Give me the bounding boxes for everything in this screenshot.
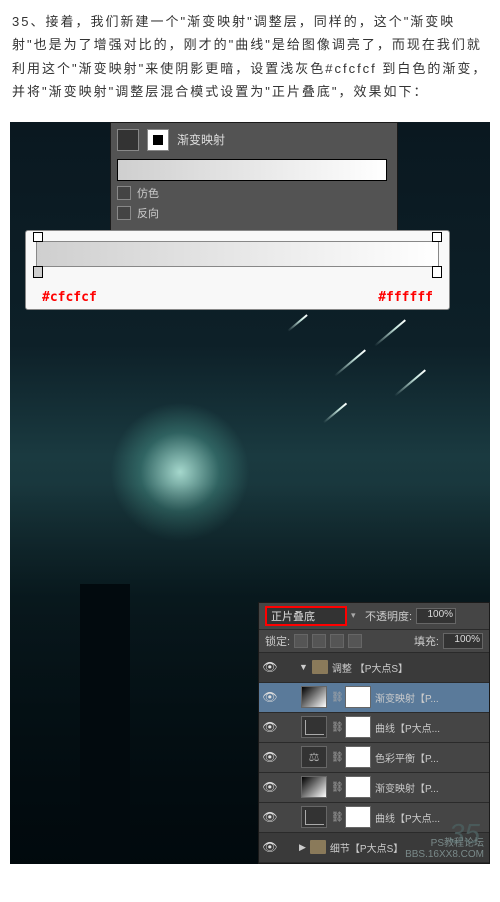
panel-mask-icon: [147, 129, 169, 151]
visibility-icon[interactable]: 👁: [263, 691, 277, 703]
gradient-map-panel: 渐变映射 仿色 反向: [110, 122, 398, 232]
layer-gradient-map-1[interactable]: 👁 ⛓ 渐变映射【P...: [259, 683, 489, 713]
link-icon[interactable]: ⛓: [331, 692, 341, 703]
layer-thumb-icon: [301, 776, 327, 798]
hex-left-label: #cfcfcf: [42, 290, 97, 305]
panel-title: 渐变映射: [177, 131, 225, 148]
visibility-icon[interactable]: 👁: [263, 781, 277, 793]
watermark: PS教程论坛 BBS.16XX8.COM: [405, 834, 484, 860]
layer-curves-1[interactable]: 👁 ⛓ 曲线【P大点...: [259, 713, 489, 743]
opacity-stop-left[interactable]: [33, 232, 43, 242]
gradient-editor-panel: #cfcfcf #ffffff: [25, 230, 450, 310]
panel-thumb-icon: [117, 129, 139, 151]
instruction-paragraph: 35、接着，我们新建一个"渐变映射"调整层，同样的，这个"渐变映射"也是为了增强…: [0, 0, 500, 114]
link-icon[interactable]: ⛓: [331, 812, 341, 823]
visibility-icon[interactable]: 👁: [263, 661, 277, 673]
disclosure-triangle-icon[interactable]: ▶: [299, 842, 306, 853]
mask-thumb-icon: [345, 746, 371, 768]
lock-image-icon[interactable]: [312, 634, 326, 648]
layer-thumb-icon: [301, 806, 327, 828]
link-icon[interactable]: ⛓: [331, 722, 341, 733]
layer-gradient-map-2[interactable]: 👁 ⛓ 渐变映射【P...: [259, 773, 489, 803]
opacity-label: 不透明度:: [365, 608, 412, 624]
preview-image: 渐变映射 仿色 反向 #cfcfcf #ffffff 正片叠底 ▾ 不透明度: …: [10, 122, 490, 864]
dither-checkbox[interactable]: [117, 186, 131, 200]
visibility-icon[interactable]: 👁: [263, 751, 277, 763]
group-name: 细节【P大点S】: [330, 840, 403, 855]
folder-icon: [312, 660, 328, 674]
layer-name: 曲线【P大点...: [375, 810, 440, 825]
layer-name: 渐变映射【P...: [375, 780, 439, 795]
group-name: 调整 【P大点S】: [332, 660, 408, 675]
color-stop-right[interactable]: [432, 266, 442, 278]
reverse-checkbox[interactable]: [117, 206, 131, 220]
opacity-input[interactable]: 100%: [416, 608, 456, 624]
opacity-stop-right[interactable]: [432, 232, 442, 242]
layer-thumb-icon: [301, 746, 327, 768]
layer-color-balance[interactable]: 👁 ⛓ 色彩平衡【P...: [259, 743, 489, 773]
gradient-preview-bar[interactable]: [117, 159, 387, 181]
layer-name: 曲线【P大点...: [375, 720, 440, 735]
layer-name: 色彩平衡【P...: [375, 750, 439, 765]
visibility-icon[interactable]: 👁: [263, 811, 277, 823]
layer-name: 渐变映射【P...: [375, 690, 439, 705]
mask-thumb-icon: [345, 716, 371, 738]
lock-position-icon[interactable]: [330, 634, 344, 648]
lock-all-icon[interactable]: [348, 634, 362, 648]
mask-thumb-icon: [345, 686, 371, 708]
lock-label: 锁定:: [265, 633, 290, 649]
layer-thumb-icon: [301, 716, 327, 738]
folder-icon: [310, 840, 326, 854]
visibility-icon[interactable]: 👁: [263, 841, 277, 853]
fill-input[interactable]: 100%: [443, 633, 483, 649]
visibility-icon[interactable]: 👁: [263, 721, 277, 733]
mask-thumb-icon: [345, 776, 371, 798]
color-stop-left[interactable]: [33, 266, 43, 278]
reverse-label: 反向: [137, 205, 159, 221]
blend-mode-select[interactable]: 正片叠底: [265, 606, 347, 626]
blend-dropdown-icon[interactable]: ▾: [351, 610, 361, 621]
gradient-strip[interactable]: [36, 241, 439, 267]
layer-group-adjust[interactable]: 👁 ▼ 调整 【P大点S】: [259, 653, 489, 683]
link-icon[interactable]: ⛓: [331, 782, 341, 793]
dither-label: 仿色: [137, 185, 159, 201]
lock-transparency-icon[interactable]: [294, 634, 308, 648]
link-icon[interactable]: ⛓: [331, 752, 341, 763]
mask-thumb-icon: [345, 806, 371, 828]
disclosure-triangle-icon[interactable]: ▼: [299, 662, 308, 672]
layer-thumb-icon: [301, 686, 327, 708]
hex-right-label: #ffffff: [378, 290, 433, 305]
fill-label: 填充:: [414, 633, 439, 649]
